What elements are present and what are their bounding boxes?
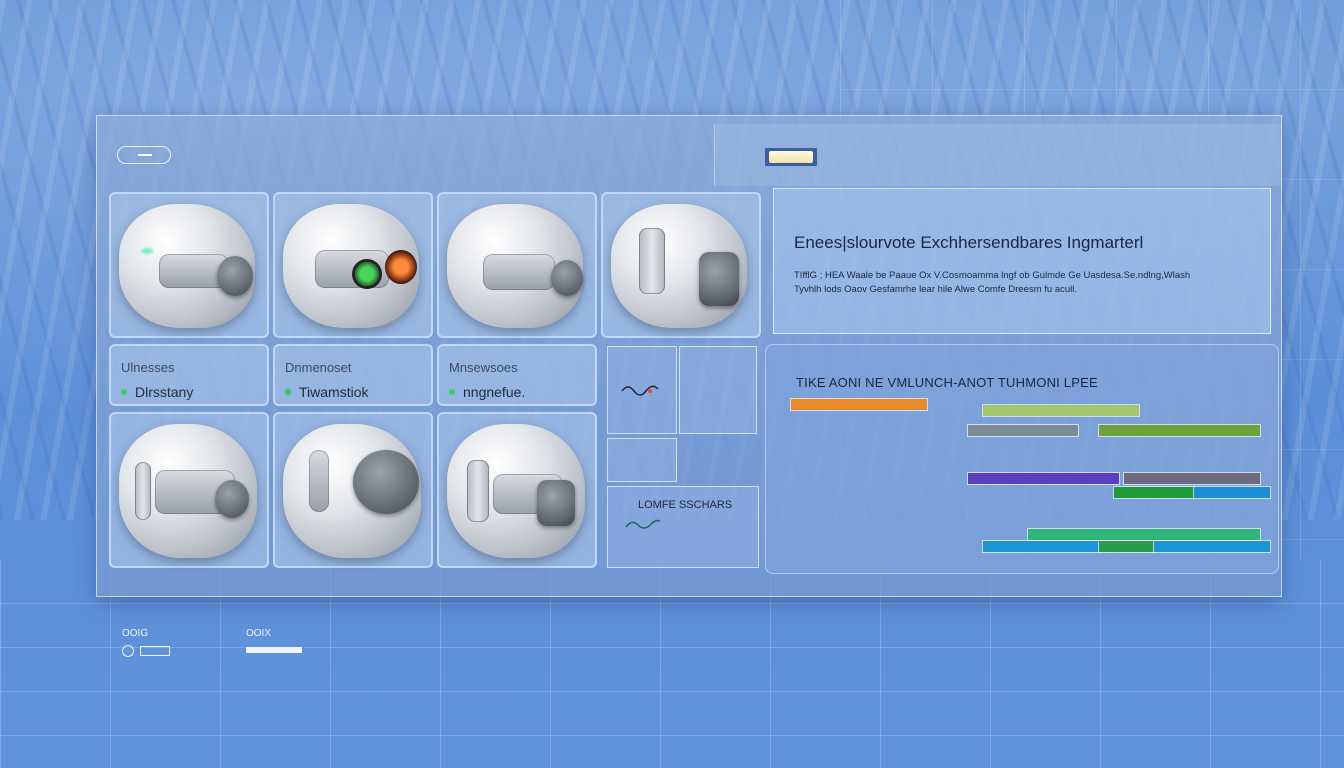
chart-bar <box>1098 425 1260 436</box>
chart-bar <box>1098 541 1155 552</box>
footer-icon-b-label: OOIX <box>246 628 272 639</box>
device-status: Dlrsstany <box>121 384 193 400</box>
device-label-3[interactable]: Mnsewsoes nngnefue. <box>437 344 597 406</box>
device-tile-4[interactable] <box>601 192 761 338</box>
window-menu-toggle[interactable] <box>117 146 171 164</box>
chart-bar <box>982 405 1139 416</box>
bar-icon <box>140 646 170 656</box>
device-tile-1[interactable] <box>109 192 269 338</box>
footer-icon-group-b[interactable]: OOIX <box>246 628 302 656</box>
device-label-1[interactable]: Ulnesses Dlrsstany <box>109 344 269 406</box>
info-line-2: Tyvhlh lods Oaov Gesfamrhe lear hile Alw… <box>794 284 1078 295</box>
info-title: Enees|slourvote Exchhersendbares Ingmart… <box>794 233 1144 252</box>
side-panel-label: LOMFE SSCHARS <box>638 499 733 511</box>
device-status: Tiwamstiok <box>285 384 369 400</box>
info-line-1: TIfflG ; HEA Waale be Paaue Ox V.Cosmoam… <box>794 270 1191 281</box>
device-tile-3[interactable] <box>437 192 597 338</box>
green-led-icon <box>355 262 379 286</box>
app-window: Ulnesses Dlrsstany Dnmenoset Tiwamstiok … <box>96 115 1282 597</box>
device-dial <box>353 450 419 514</box>
mini-panel-b[interactable] <box>679 346 757 434</box>
device-name: Mnsewsoes <box>449 360 518 375</box>
chart-bar <box>791 399 928 410</box>
device-tile-2[interactable] <box>273 192 433 338</box>
chart-bar <box>1154 541 1270 552</box>
info-body: TIfflG ; HEA Waale be Paaue Ox V.Cosmoam… <box>794 269 1264 297</box>
status-indicator[interactable] <box>763 146 819 168</box>
chart-bar <box>967 473 1119 484</box>
device-label-2[interactable]: Dnmenoset Tiwamstiok <box>273 344 433 406</box>
pulse-icon <box>621 385 659 396</box>
footer-icon-group-a[interactable]: OOIG <box>122 628 170 657</box>
chart-bar <box>1123 473 1260 484</box>
chart-bar <box>967 425 1079 436</box>
line-icon <box>246 647 302 653</box>
device-slot <box>467 460 489 522</box>
right-header <box>714 124 1281 186</box>
device-name: Ulnesses <box>121 360 175 375</box>
mini-panel-c[interactable] <box>607 438 677 482</box>
device-tile-7[interactable] <box>437 412 597 568</box>
device-tile-6[interactable] <box>273 412 433 568</box>
mini-panel-d[interactable]: LOMFE SSCHARS <box>607 486 759 568</box>
device-dial <box>537 480 575 526</box>
online-dot-icon <box>121 389 127 395</box>
device-slot <box>639 228 665 294</box>
orange-led-icon <box>385 250 417 284</box>
chart-bar <box>982 541 1099 552</box>
online-dot-icon <box>285 389 291 395</box>
circle-icon <box>122 645 134 657</box>
chart-bar <box>1028 529 1260 540</box>
device-name: Dnmenoset <box>285 360 352 375</box>
chart-bar <box>1194 487 1270 498</box>
chart-card: TIKE AONI NE VMLUNCH-ANOT TUHMONI LPEE <box>765 344 1279 574</box>
mini-panel-a[interactable] <box>607 346 677 434</box>
device-dial <box>215 480 249 518</box>
device-status: nngnefue. <box>449 384 525 400</box>
device-dial <box>217 256 253 296</box>
device-body <box>483 254 555 290</box>
status-led-icon <box>141 248 153 254</box>
device-tile-5[interactable] <box>109 412 269 568</box>
device-dial <box>551 260 583 296</box>
device-dial <box>699 252 739 306</box>
chart-title: TIKE AONI NE VMLUNCH-ANOT TUHMONI LPEE <box>796 375 1098 390</box>
footer-icon-a-label: OOIG <box>122 628 149 639</box>
info-card: Enees|slourvote Exchhersendbares Ingmart… <box>773 188 1271 334</box>
device-body <box>309 450 329 512</box>
wave-icon <box>625 519 661 529</box>
chart-bar <box>1113 487 1195 498</box>
online-dot-icon <box>449 389 455 395</box>
device-slot <box>135 462 151 520</box>
